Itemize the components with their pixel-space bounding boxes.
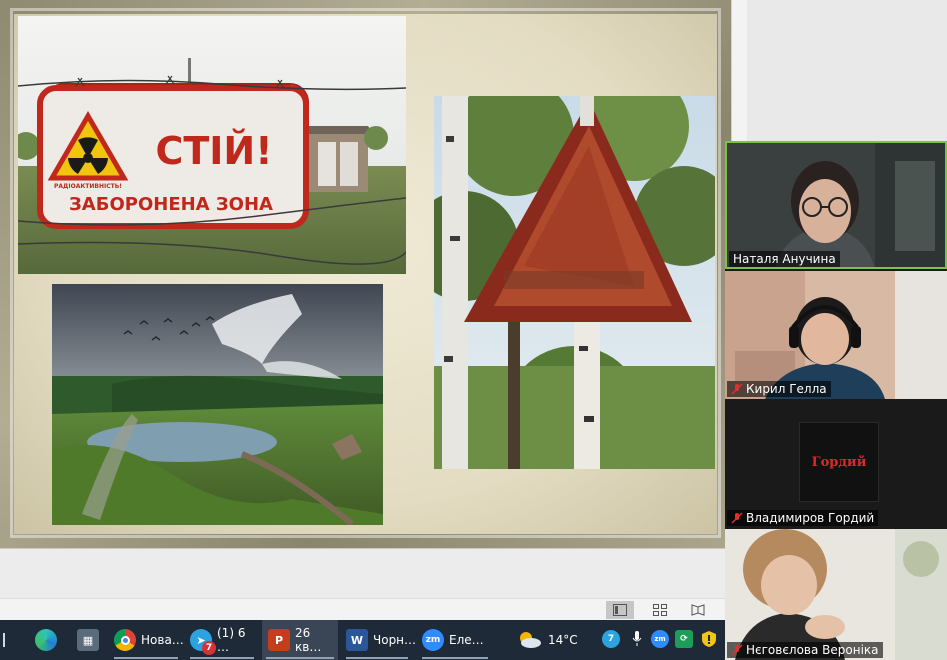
stop-text: СТІЙ! xyxy=(155,129,272,173)
forbidden-zone-text: ЗАБОРОНЕНА ЗОНА xyxy=(69,194,273,215)
taskbar-word[interactable]: W Чорн… xyxy=(342,620,416,660)
participant-name-tag: Владимиров Гордий xyxy=(727,510,879,526)
taskbar-calculator[interactable]: ▦ xyxy=(72,620,104,660)
muted-mic-icon xyxy=(731,644,743,656)
participant-avatar: Гордий xyxy=(799,422,879,502)
edge-icon xyxy=(35,629,57,651)
taskbar-telegram-label: (1) 6 … xyxy=(217,626,246,654)
telegram-icon: ➤ 7 xyxy=(190,629,216,655)
calculator-icon: ▦ xyxy=(77,629,99,651)
reading-view-button[interactable] xyxy=(684,601,712,619)
tray-app-icon[interactable]: ⟳ xyxy=(675,630,693,648)
participant-name: Кирил Гелла xyxy=(746,382,827,396)
notes-pane[interactable] xyxy=(0,548,731,598)
warning-triangle-photo[interactable] xyxy=(434,96,715,469)
slide-sorter-icon xyxy=(653,604,667,616)
microphone-icon[interactable] xyxy=(628,630,646,648)
participant-tile[interactable]: Гордий Владимиров Гордий xyxy=(725,400,947,528)
powerpoint-icon: P xyxy=(268,629,290,651)
weather-temperature: 14°C xyxy=(548,633,578,647)
presentation-editor[interactable]: РАДІОАКТИВНІСТЬ! СТІЙ! ЗАБОРОНЕНА ЗОНА xyxy=(0,0,731,548)
tray-telegram-badge: 7 xyxy=(607,634,615,644)
participant-video xyxy=(725,271,947,399)
zoom-icon: zm xyxy=(422,629,444,651)
slide-canvas[interactable]: РАДІОАКТИВНІСТЬ! СТІЙ! ЗАБОРОНЕНА ЗОНА xyxy=(0,0,731,548)
slide-sorter-button[interactable] xyxy=(646,601,674,619)
participant-name: Наталя Анучина xyxy=(733,252,836,266)
muted-mic-icon xyxy=(731,383,743,395)
weather-widget[interactable]: 14°C xyxy=(516,620,586,660)
stop-sign-photo[interactable]: РАДІОАКТИВНІСТЬ! СТІЙ! ЗАБОРОНЕНА ЗОНА xyxy=(18,16,406,274)
taskbar-word-label: Чорн… xyxy=(373,633,417,647)
taskbar-edge-browser[interactable] xyxy=(28,620,64,660)
nature-heron-photo[interactable] xyxy=(52,284,383,525)
view-switcher-bar xyxy=(0,598,731,620)
taskbar-zoom[interactable]: zm Еле… xyxy=(418,620,492,660)
participant-tile[interactable]: Наталя Анучина xyxy=(725,141,947,269)
muted-mic-icon xyxy=(731,512,743,524)
avatar-text: Гордий xyxy=(811,454,867,470)
participant-name-tag: Нєговєлова Вероніка xyxy=(727,642,883,658)
tray-zoom-icon[interactable]: zm xyxy=(651,630,669,648)
taskbar-zoom-label: Еле… xyxy=(449,633,484,647)
participant-video xyxy=(725,141,947,269)
participant-tile[interactable]: Нєговєлова Вероніка xyxy=(725,529,947,660)
normal-view-icon xyxy=(613,604,627,616)
weather-cloud-icon xyxy=(520,632,541,648)
zoom-participants-panel: Наталя Анучина Кирил Гелла Гордий Владим… xyxy=(725,141,947,660)
participant-name-tag: Кирил Гелла xyxy=(727,381,831,397)
radioactivity-label: РАДІОАКТИВНІСТЬ! xyxy=(54,183,122,190)
telegram-badge: 7 xyxy=(202,641,216,655)
taskbar-chrome-label: Нова… xyxy=(141,633,184,647)
taskbar-powerpoint[interactable]: P 26 кв… xyxy=(262,620,338,660)
chrome-icon xyxy=(114,629,136,651)
reading-view-icon xyxy=(691,604,705,616)
taskbar-telegram[interactable]: ➤ 7 (1) 6 … xyxy=(186,620,258,660)
screen: РАДІОАКТИВНІСТЬ! СТІЙ! ЗАБОРОНЕНА ЗОНА ▦… xyxy=(0,0,947,660)
participant-tile[interactable]: Кирил Гелла xyxy=(725,271,947,399)
participant-video xyxy=(725,529,947,660)
tray-telegram-icon[interactable]: 7 xyxy=(602,630,620,648)
security-shield-icon[interactable] xyxy=(700,630,718,648)
word-icon: W xyxy=(346,629,368,651)
taskbar-chrome[interactable]: Нова… xyxy=(110,620,184,660)
participant-name: Владимиров Гордий xyxy=(746,511,875,525)
taskbar-powerpoint-label: 26 кв… xyxy=(295,626,322,654)
participant-name-tag: Наталя Анучина xyxy=(729,251,840,267)
participant-name: Нєговєлова Вероніка xyxy=(746,643,879,657)
taskbar-edge xyxy=(0,620,10,660)
normal-view-button[interactable] xyxy=(606,601,634,619)
